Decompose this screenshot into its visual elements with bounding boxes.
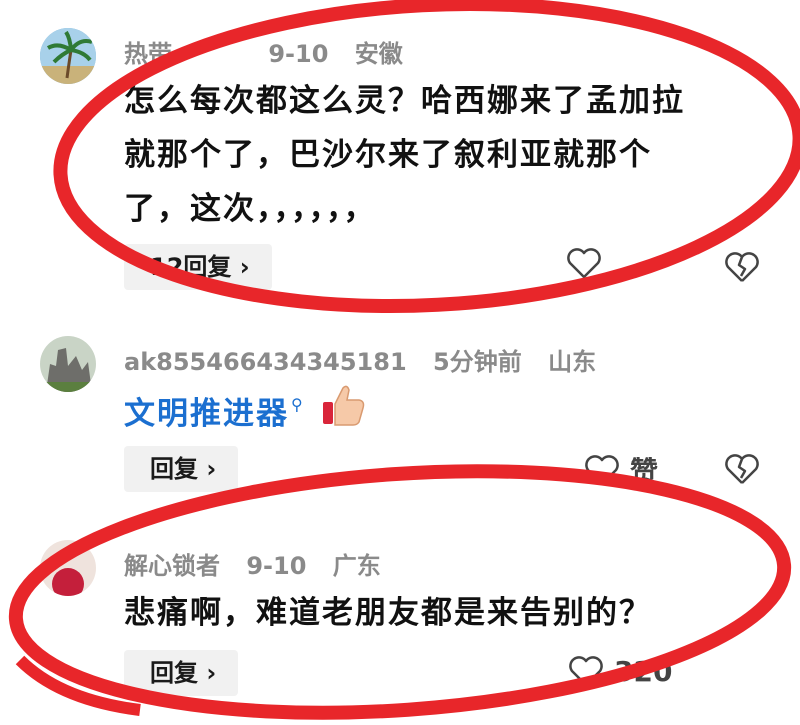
comment-date: 5分钟前: [433, 348, 522, 376]
broken-heart-icon: [725, 252, 759, 282]
rock-landscape-icon: [40, 336, 96, 392]
comment-line: 就那个了，巴沙尔来了叙利亚就那个: [124, 137, 652, 173]
username[interactable]: 热带: [124, 40, 172, 68]
profile-picture-icon: [40, 540, 96, 596]
avatar[interactable]: [40, 28, 96, 84]
comment-meta: 解心锁者 9-10 广东: [124, 546, 399, 581]
avatar[interactable]: [40, 540, 96, 596]
comment-3: 解心锁者 9-10 广东 悲痛啊，难道老朋友都是来告别的？ 回复 › 320: [0, 510, 800, 725]
comment-location: 广东: [332, 552, 381, 580]
like-button[interactable]: [566, 246, 602, 280]
comment-meta: ak855466434345181 5分钟前 山东: [124, 342, 614, 377]
avatar[interactable]: [40, 336, 96, 392]
broken-heart-icon: [725, 454, 759, 484]
like-button[interactable]: 320: [568, 654, 672, 688]
like-count: 320: [614, 654, 673, 688]
comment-2: ak855466434345181 5分钟前 山东 文明推进器 ⚲ 回复 › 赞: [0, 300, 800, 510]
reply-button[interactable]: 12回复 ›: [124, 244, 272, 290]
like-button[interactable]: 赞: [584, 450, 658, 490]
reply-button[interactable]: 回复 ›: [124, 446, 239, 492]
reply-button[interactable]: 回复 ›: [124, 650, 239, 696]
comment-meta: 热带 9-10 安徽: [124, 34, 421, 69]
dislike-button[interactable]: [724, 452, 760, 486]
comment-text: 悲痛啊，难道老朋友都是来告别的？: [124, 595, 652, 631]
heart-icon: [585, 455, 619, 486]
palm-tree-icon: [40, 28, 96, 84]
comment-text: 文明推进器 ⚲: [124, 382, 367, 445]
comment-location: 安徽: [354, 40, 403, 68]
username[interactable]: 解心锁者: [124, 552, 220, 580]
username[interactable]: ak855466434345181: [124, 348, 407, 376]
comment-1: 热带 9-10 安徽 怎么每次都这么灵？哈西娜来了孟加拉 就那个了，巴沙尔来了叙…: [0, 0, 800, 300]
dislike-button[interactable]: [724, 250, 760, 284]
comment-text: 怎么每次都这么灵？哈西娜来了孟加拉 就那个了，巴沙尔来了叙利亚就那个 了，这次，…: [124, 74, 685, 236]
comment-location: 山东: [548, 348, 597, 376]
heart-icon: [567, 248, 601, 279]
like-label: 赞: [630, 455, 659, 488]
comment-date: 9-10: [246, 552, 307, 580]
comment-line: 怎么每次都这么灵？哈西娜来了孟加拉: [124, 83, 685, 119]
keyword-link[interactable]: 文明推进器: [124, 387, 289, 441]
heart-icon: [569, 656, 603, 687]
search-icon[interactable]: ⚲: [291, 378, 305, 432]
comment-line: 了，这次，，，，，，: [124, 191, 377, 227]
thumbs-up-icon: [319, 382, 367, 445]
comment-date: 9-10: [268, 40, 329, 68]
